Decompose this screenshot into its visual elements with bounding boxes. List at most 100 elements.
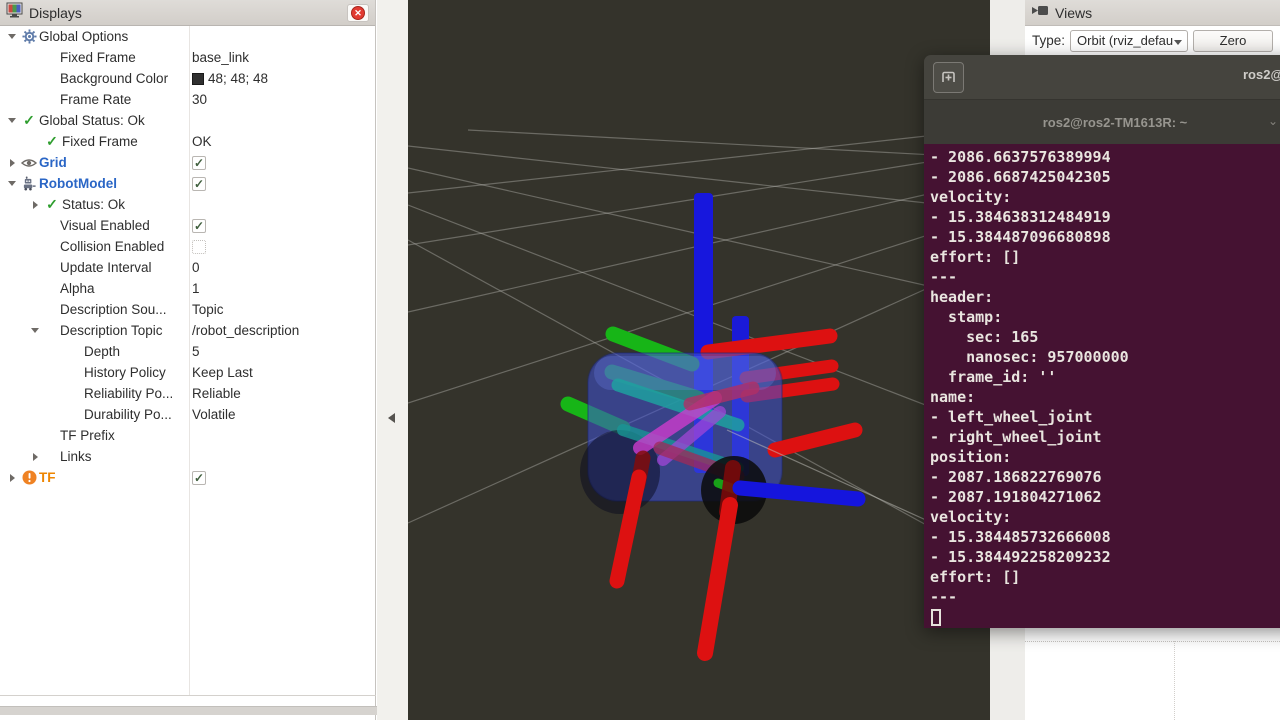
terminal-window-title: ros2@ros2-TM1613R: ~ <box>1243 67 1280 82</box>
terminal-output-area[interactable]: - 2086.6637576389994 - 2086.668742504230… <box>924 144 1280 628</box>
tab-scroll-chevron-icon[interactable]: ⌄ <box>1268 114 1278 128</box>
property-label: Frame Rate <box>60 92 131 107</box>
tree-row-update-interval[interactable]: Update Interval0 <box>0 257 375 278</box>
property-value[interactable]: 48; 48; 48 <box>192 68 268 89</box>
checkbox-checked[interactable]: ✓ <box>192 156 206 170</box>
property-label: History Policy <box>84 365 166 380</box>
property-label: Links <box>60 449 92 464</box>
property-value[interactable]: /robot_description <box>192 320 299 341</box>
tree-row-grid[interactable]: Grid✓ <box>0 152 375 173</box>
robot-icon <box>19 176 39 191</box>
tree-row-visual-enabled[interactable]: Visual Enabled✓ <box>0 215 375 236</box>
tree-row-global-status-ok[interactable]: ✓Global Status: Ok <box>0 110 375 131</box>
property-value[interactable]: ✓ <box>192 215 206 236</box>
checkbox-checked[interactable]: ✓ <box>192 219 206 233</box>
terminal-cursor <box>931 609 941 626</box>
zero-button[interactable]: Zero <box>1193 30 1273 52</box>
collapse-left-arrow-icon[interactable] <box>388 413 395 423</box>
tree-column-divider[interactable] <box>189 26 190 695</box>
tree-row-fixed-frame[interactable]: Fixed Framebase_link <box>0 47 375 68</box>
value-text: 5 <box>192 344 200 359</box>
tree-row-durability-po[interactable]: Durability Po... Volatile <box>0 404 375 425</box>
value-text: OK <box>192 134 212 149</box>
tree-row-tf[interactable]: TF ✓ <box>0 467 375 488</box>
terminal-tabbar: ros2@ros2-TM1613R: ~ ⌄ <box>924 100 1280 144</box>
value-text: /robot_description <box>192 323 299 338</box>
view-type-value: Orbit (rviz_defau <box>1077 33 1173 48</box>
property-value[interactable]: Topic <box>192 299 224 320</box>
displays-close-button[interactable]: ✕ <box>347 4 369 22</box>
tree-row-global-options[interactable]: Global Options <box>0 26 375 47</box>
property-value[interactable]: ✓ <box>192 173 206 194</box>
views-panel-content <box>1025 628 1280 720</box>
left-splitter-handle[interactable] <box>377 0 408 720</box>
tree-row-tf-prefix[interactable]: TF Prefix <box>0 425 375 446</box>
check-icon: ✓ <box>19 112 39 129</box>
property-value[interactable]: 0 <box>192 257 200 278</box>
displays-bottom-scrollstrip[interactable] <box>0 706 408 715</box>
views-panel-titlebar[interactable]: Views <box>1025 0 1280 26</box>
close-icon: ✕ <box>351 6 365 20</box>
property-value[interactable] <box>192 236 206 257</box>
tree-row-description-topic[interactable]: Description Topic/robot_description <box>0 320 375 341</box>
expander-open-icon[interactable] <box>5 118 19 123</box>
expander-closed-icon[interactable] <box>5 474 19 482</box>
displays-panel: Displays ✕ Global Options Fixed Framebase… <box>0 0 376 720</box>
value-text: base_link <box>192 50 249 65</box>
terminal-tab[interactable]: ros2@ros2-TM1613R: ~ <box>924 100 1280 144</box>
property-label: Global Status: Ok <box>39 113 145 128</box>
warn-icon <box>19 470 39 485</box>
tree-row-description-sou[interactable]: Description Sou...Topic <box>0 299 375 320</box>
gear-icon <box>19 29 39 44</box>
property-value[interactable]: Keep Last <box>192 362 253 383</box>
view-type-combobox[interactable]: Orbit (rviz_defau <box>1070 30 1188 52</box>
views-content-divider-v <box>1174 641 1175 720</box>
expander-closed-icon[interactable] <box>28 201 42 209</box>
expander-open-icon[interactable] <box>5 34 19 39</box>
property-value[interactable]: Reliable <box>192 383 241 404</box>
property-value[interactable]: ✓ <box>192 152 206 173</box>
tree-row-fixed-frame[interactable]: ✓Fixed FrameOK <box>0 131 375 152</box>
views-panel-title: Views <box>1055 5 1092 21</box>
property-value[interactable]: Volatile <box>192 404 236 425</box>
checkbox-checked[interactable]: ✓ <box>192 471 206 485</box>
tree-row-status-ok[interactable]: ✓Status: Ok <box>0 194 375 215</box>
property-value[interactable]: 5 <box>192 341 200 362</box>
tree-row-history-policy[interactable]: History Policy Keep Last <box>0 362 375 383</box>
tree-row-robotmodel[interactable]: RobotModel ✓ <box>0 173 375 194</box>
tree-row-alpha[interactable]: Alpha1 <box>0 278 375 299</box>
property-value[interactable]: base_link <box>192 47 249 68</box>
property-label: Background Color <box>60 71 168 86</box>
checkbox-checked[interactable]: ✓ <box>192 177 206 191</box>
chevron-down-icon <box>1174 40 1182 45</box>
property-label: TF <box>39 470 56 485</box>
displays-panel-title: Displays <box>29 5 82 21</box>
tree-row-frame-rate[interactable]: Frame Rate 30 <box>0 89 375 110</box>
value-text: 0 <box>192 260 200 275</box>
tree-row-reliability-po[interactable]: Reliability Po...Reliable <box>0 383 375 404</box>
property-label: Global Options <box>39 29 128 44</box>
property-value[interactable]: OK <box>192 131 212 152</box>
tree-row-links[interactable]: Links <box>0 446 375 467</box>
displays-panel-titlebar[interactable]: Displays ✕ <box>0 0 375 26</box>
tree-row-depth[interactable]: Depth5 <box>0 341 375 362</box>
terminal-new-tab-button[interactable] <box>933 62 964 93</box>
expander-open-icon[interactable] <box>5 181 19 186</box>
viewport-scene <box>408 0 990 720</box>
expander-closed-icon[interactable] <box>28 453 42 461</box>
property-value[interactable]: 1 <box>192 278 200 299</box>
checkbox-unchecked[interactable] <box>192 240 206 254</box>
expander-closed-icon[interactable] <box>5 159 19 167</box>
property-value[interactable]: 30 <box>192 89 207 110</box>
terminal-titlebar[interactable]: ros2@ros2-TM1613R: ~ <box>924 55 1280 100</box>
property-label: Durability Po... <box>84 407 172 422</box>
value-text: Volatile <box>192 407 236 422</box>
property-label: RobotModel <box>39 176 117 191</box>
tree-row-collision-enabled[interactable]: Collision Enabled <box>0 236 375 257</box>
expander-open-icon[interactable] <box>28 328 42 333</box>
property-value[interactable]: ✓ <box>192 467 206 488</box>
tree-row-background-color[interactable]: Background Color 48; 48; 48 <box>0 68 375 89</box>
render-viewport-3d[interactable] <box>408 0 990 720</box>
value-text: 30 <box>192 92 207 107</box>
new-tab-icon <box>939 68 958 87</box>
